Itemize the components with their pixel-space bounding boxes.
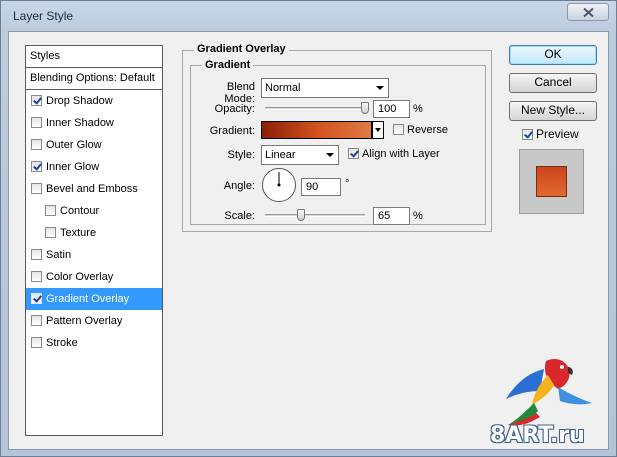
angle-label: Angle: bbox=[223, 180, 255, 192]
preview-checkbox-box[interactable] bbox=[522, 129, 533, 140]
contour-checkbox[interactable] bbox=[45, 205, 56, 216]
reverse-label: Reverse bbox=[407, 124, 448, 136]
style-item-texture[interactable]: Texture bbox=[26, 222, 162, 244]
drop-shadow-checkbox[interactable] bbox=[31, 95, 42, 106]
blend-mode-select[interactable]: Normal bbox=[261, 78, 389, 98]
gradient-picker-dropdown[interactable] bbox=[372, 121, 384, 139]
preview-thumbnail bbox=[519, 149, 584, 214]
style-item-outer-glow[interactable]: Outer Glow bbox=[26, 134, 162, 156]
scale-unit: % bbox=[413, 210, 423, 222]
angle-dial-icon bbox=[277, 172, 281, 187]
opacity-input[interactable]: 100 bbox=[373, 100, 410, 118]
style-item-label: Satin bbox=[46, 249, 72, 261]
preview-checkbox[interactable]: Preview bbox=[522, 128, 579, 141]
style-item-label: Inner Glow bbox=[46, 161, 100, 173]
opacity-label: Opacity: bbox=[214, 103, 255, 115]
style-item-label: Contour bbox=[60, 205, 100, 217]
satin-checkbox[interactable] bbox=[31, 249, 42, 260]
close-button[interactable] bbox=[567, 3, 609, 21]
style-item-pattern-overlay[interactable]: Pattern Overlay bbox=[26, 310, 162, 332]
bevel-emboss-checkbox[interactable] bbox=[31, 183, 42, 194]
style-item-label: Color Overlay bbox=[46, 271, 114, 283]
texture-checkbox[interactable] bbox=[45, 227, 56, 238]
gradient-swatch[interactable] bbox=[261, 121, 372, 139]
angle-dial[interactable] bbox=[262, 168, 296, 202]
style-item-label: Drop Shadow bbox=[46, 95, 113, 107]
gradient-overlay-checkbox[interactable] bbox=[31, 293, 42, 304]
style-item-contour[interactable]: Contour bbox=[26, 200, 162, 222]
window-title: Layer Style bbox=[13, 9, 74, 23]
gradient-group-title: Gradient bbox=[202, 59, 254, 71]
close-icon bbox=[583, 8, 594, 17]
align-with-layer-checkbox[interactable]: Align with Layer bbox=[348, 148, 440, 161]
pattern-overlay-checkbox[interactable] bbox=[31, 315, 42, 326]
align-with-layer-checkbox-box[interactable] bbox=[348, 148, 359, 159]
preview-label: Preview bbox=[536, 127, 579, 141]
angle-input[interactable]: 90 bbox=[301, 178, 341, 196]
style-item-gradient-overlay[interactable]: Gradient Overlay bbox=[26, 288, 162, 310]
style-item-stroke[interactable]: Stroke bbox=[26, 332, 162, 354]
outer-glow-checkbox[interactable] bbox=[31, 139, 42, 150]
reverse-checkbox[interactable]: Reverse bbox=[393, 124, 448, 137]
opacity-unit: % bbox=[413, 103, 423, 115]
blend-mode-value: Normal bbox=[265, 82, 301, 94]
style-select[interactable]: Linear bbox=[261, 145, 339, 165]
ok-button[interactable]: OK bbox=[509, 45, 597, 65]
cancel-button[interactable]: Cancel bbox=[509, 73, 597, 93]
style-item-drop-shadow[interactable]: Drop Shadow bbox=[26, 90, 162, 112]
opacity-slider-thumb[interactable] bbox=[361, 102, 369, 114]
chevron-down-icon bbox=[326, 153, 334, 157]
style-item-label: Inner Shadow bbox=[46, 117, 114, 129]
style-item-label: Pattern Overlay bbox=[46, 315, 123, 327]
layer-style-dialog: Layer Style Styles Blending Options: Def… bbox=[0, 0, 617, 457]
style-item-label: Texture bbox=[60, 227, 97, 239]
stroke-checkbox[interactable] bbox=[31, 337, 42, 348]
style-item-label: Bevel and Emboss bbox=[46, 183, 138, 195]
scale-slider[interactable] bbox=[265, 214, 365, 217]
style-item-inner-shadow[interactable]: Inner Shadow bbox=[26, 112, 162, 134]
scale-input[interactable]: 65 bbox=[373, 207, 410, 225]
reverse-checkbox-box[interactable] bbox=[393, 124, 404, 135]
opacity-slider[interactable] bbox=[265, 107, 365, 110]
chevron-down-icon bbox=[376, 86, 384, 90]
styles-list: Styles Blending Options: Default Drop Sh… bbox=[25, 45, 163, 436]
color-overlay-checkbox[interactable] bbox=[31, 271, 42, 282]
blending-options-item[interactable]: Blending Options: Default bbox=[26, 68, 162, 90]
style-item-bevel-emboss[interactable]: Bevel and Emboss bbox=[26, 178, 162, 200]
scale-label: Scale: bbox=[224, 210, 255, 222]
align-with-layer-label: Align with Layer bbox=[362, 148, 440, 160]
blend-mode-label: Blend Mode: bbox=[224, 81, 255, 105]
preview-swatch bbox=[536, 166, 567, 197]
scale-slider-thumb[interactable] bbox=[296, 209, 305, 221]
new-style-button[interactable]: New Style... bbox=[509, 101, 597, 121]
angle-unit: ° bbox=[345, 178, 350, 190]
styles-header[interactable]: Styles bbox=[26, 46, 162, 68]
style-item-color-overlay[interactable]: Color Overlay bbox=[26, 266, 162, 288]
gradient-label: Gradient: bbox=[209, 125, 255, 137]
style-item-inner-glow[interactable]: Inner Glow bbox=[26, 156, 162, 178]
style-item-label: Outer Glow bbox=[46, 139, 102, 151]
style-label: Style: bbox=[227, 149, 255, 161]
style-item-label: Stroke bbox=[46, 337, 78, 349]
inner-shadow-checkbox[interactable] bbox=[31, 117, 42, 128]
style-item-satin[interactable]: Satin bbox=[26, 244, 162, 266]
style-item-label: Gradient Overlay bbox=[46, 293, 130, 305]
style-value: Linear bbox=[265, 149, 296, 161]
inner-glow-checkbox[interactable] bbox=[31, 161, 42, 172]
title-bar[interactable]: Layer Style bbox=[1, 1, 616, 31]
watermark-text: 8ART.ru bbox=[490, 423, 585, 448]
panel-title: Gradient Overlay bbox=[194, 43, 289, 55]
